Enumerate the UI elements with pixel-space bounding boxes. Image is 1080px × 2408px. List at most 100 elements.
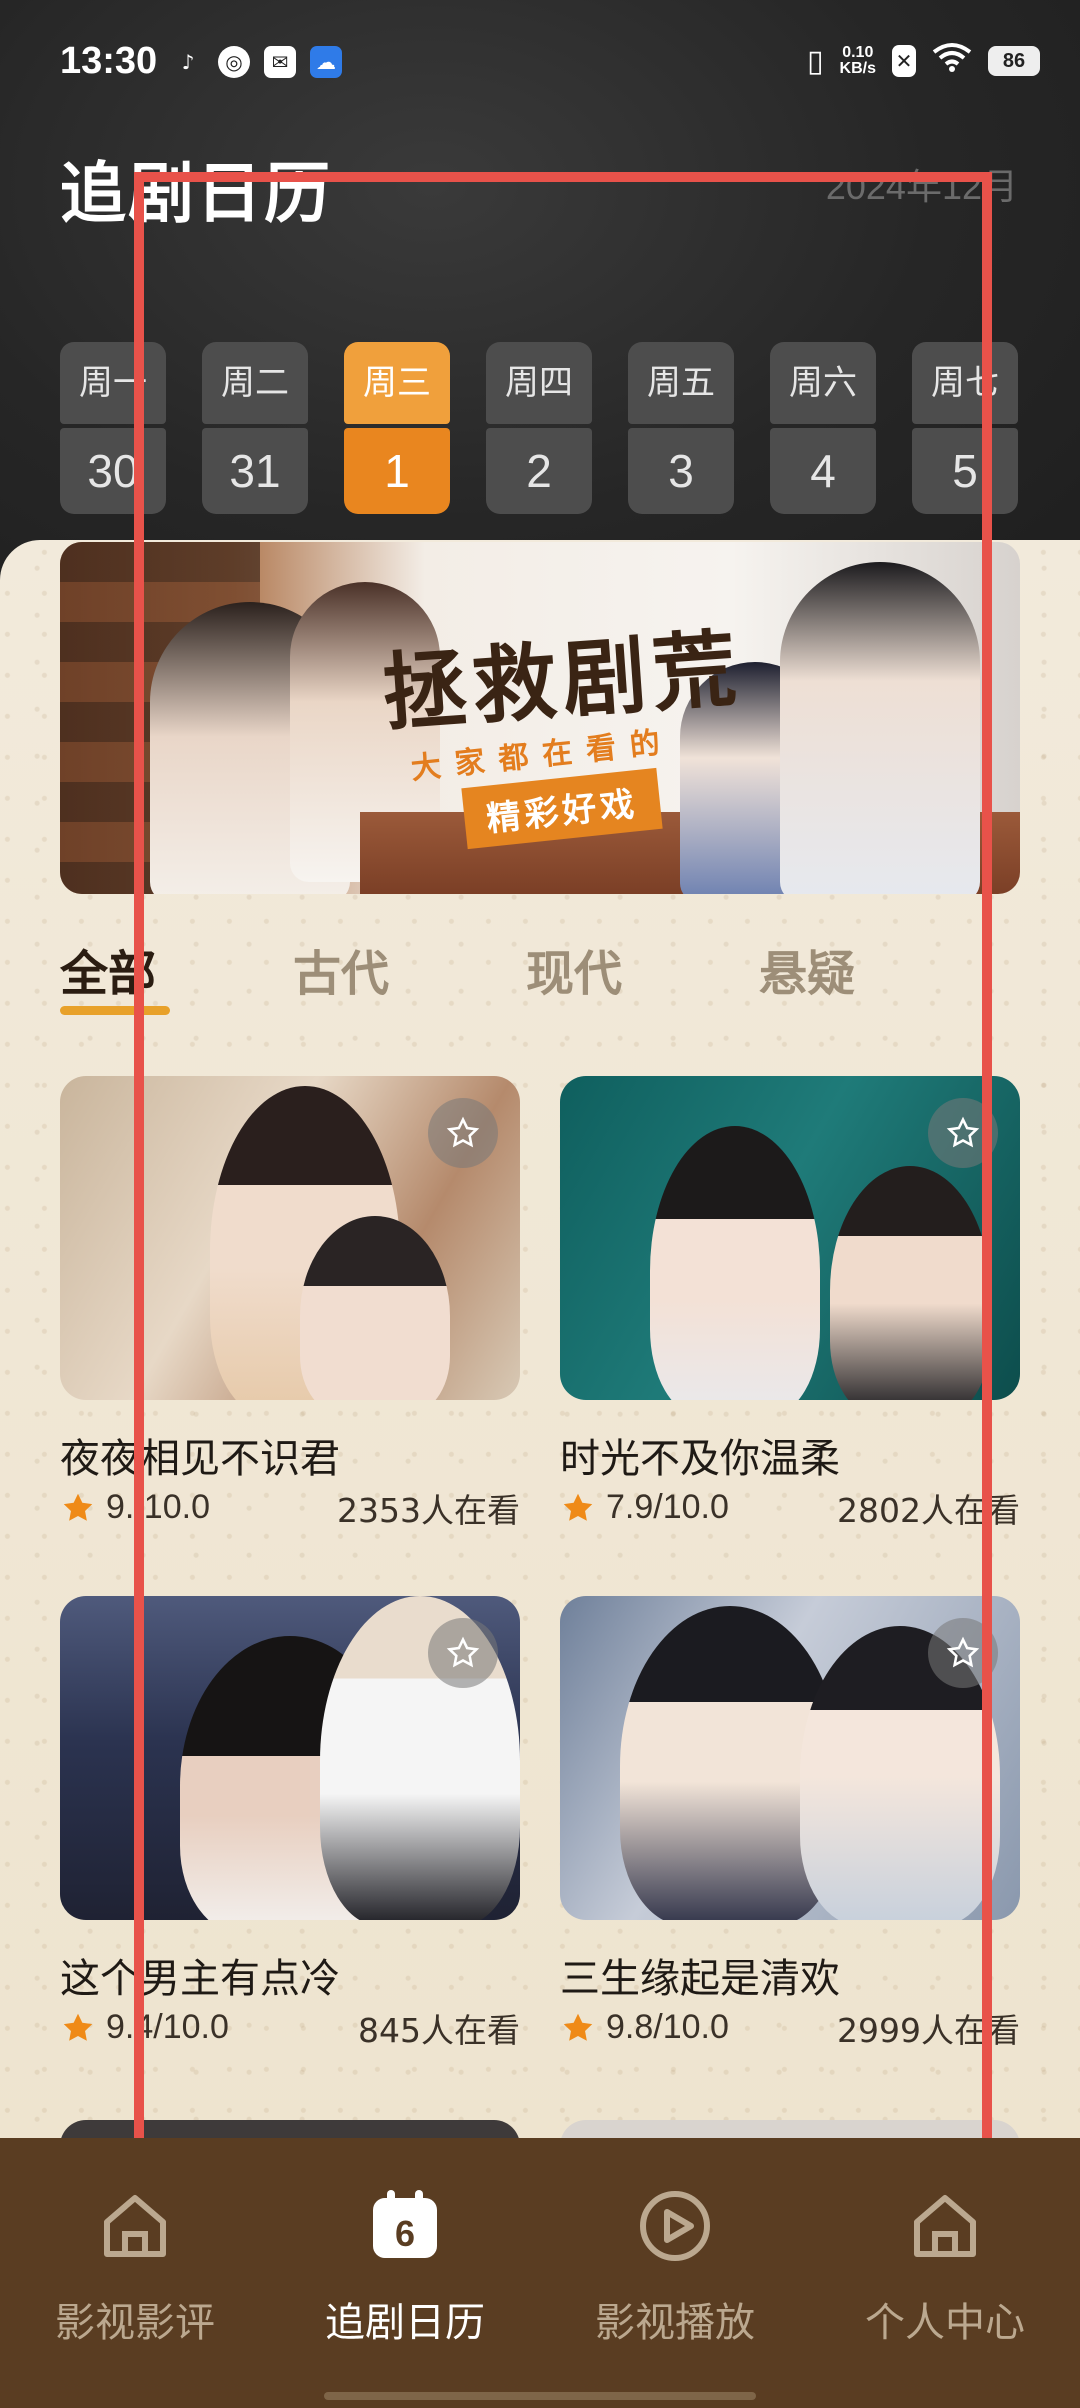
watching-count: 2802人在看 — [837, 1491, 1020, 1530]
banner-figure — [780, 562, 980, 894]
week-selector: 周一 30 周二 31 周三 1 周四 2 周五 3 周六 4 周七 5 — [60, 342, 1018, 514]
battery-indicator: 86 — [988, 46, 1040, 76]
home-indicator[interactable] — [324, 2392, 756, 2400]
rating-value: 9./10.0 — [106, 1488, 210, 1526]
tab-ancient[interactable]: 古代 — [293, 934, 526, 1004]
watching-count: 845人在看 — [358, 2011, 520, 2050]
day-weekday: 周七 — [912, 342, 1018, 424]
favorite-star-button[interactable] — [928, 1098, 998, 1168]
favorite-star-button[interactable] — [428, 1618, 498, 1688]
vibrate-icon: ▯ — [807, 43, 824, 79]
drama-title: 夜夜相见不识君 — [60, 1436, 340, 1482]
tab-label: 悬疑 — [759, 946, 856, 1002]
tab-mystery[interactable]: 悬疑 — [759, 934, 992, 1004]
rating-value: 7.9/10.0 — [606, 1488, 729, 1526]
calendar-badge: 6 — [395, 2213, 415, 2254]
star-outline-icon — [946, 1636, 980, 1668]
day-weekday: 周五 — [628, 342, 734, 424]
day-weekday: 周三 — [344, 342, 450, 424]
drama-rating: 7.9/10.0 — [560, 1488, 729, 1527]
sim-off-icon: ✕ — [892, 45, 916, 77]
wifi-icon — [932, 42, 972, 80]
poster-figure — [830, 1166, 990, 1400]
home-icon — [914, 2195, 976, 2257]
calendar-icon: 6 — [373, 2190, 437, 2258]
star-outline-icon — [946, 1116, 980, 1148]
nav-label: 个人中心 — [865, 2300, 1025, 2346]
net-speed-unit: KB/s — [839, 60, 876, 77]
status-bar: 13:30 ♪ ◎ ✉ ☁ ▯ 0.10 KB/s ✕ 86 — [0, 0, 1080, 130]
day-thu[interactable]: 周四 2 — [486, 342, 592, 514]
drama-poster — [560, 1596, 1020, 1920]
drama-title: 时光不及你温柔 — [560, 1436, 840, 1482]
tab-all[interactable]: 全部 — [60, 934, 293, 1015]
day-date: 5 — [912, 428, 1018, 514]
favorite-star-button[interactable] — [928, 1618, 998, 1688]
drama-rating: 9.8/10.0 — [560, 2008, 729, 2047]
drama-rating: 9.4/10.0 — [60, 2008, 229, 2047]
poster-figure — [300, 1216, 450, 1400]
day-date: 4 — [770, 428, 876, 514]
watching-count: 2353人在看 — [337, 1491, 520, 1530]
day-date: 1 — [344, 428, 450, 514]
star-icon — [63, 2013, 93, 2041]
day-weekday: 周六 — [770, 342, 876, 424]
nav-label: 影视影评 — [55, 2300, 215, 2346]
drama-poster — [60, 1596, 520, 1920]
system-indicators: ▯ 0.10 KB/s ✕ 86 — [807, 42, 1040, 80]
day-date: 31 — [202, 428, 308, 514]
play-circle-icon — [640, 2191, 710, 2261]
tab-label: 古代 — [293, 946, 390, 1002]
nav-calendar[interactable]: 6 追剧日历 — [270, 2188, 540, 2348]
nav-reviews[interactable]: 影视影评 — [0, 2188, 270, 2348]
star-icon — [563, 2013, 593, 2041]
active-tab-indicator — [60, 1006, 170, 1015]
page-title: 追剧日历 — [60, 155, 332, 232]
bottom-navigation: 影视影评 6 追剧日历 影视播放 个人中心 — [0, 2138, 1080, 2408]
notification-icons: ♪ ◎ ✉ ☁ — [172, 46, 342, 78]
category-tabs: 全部 古代 现代 悬疑 — [60, 934, 992, 1015]
star-outline-icon — [446, 1636, 480, 1668]
banner-title: 拯救剧荒 — [379, 619, 746, 743]
favorite-star-button[interactable] — [428, 1098, 498, 1168]
nav-label: 追剧日历 — [325, 2300, 485, 2346]
star-outline-icon — [446, 1116, 480, 1148]
drama-title: 三生缘起是清欢 — [560, 1956, 840, 2002]
net-speed-value: 0.10 — [842, 44, 874, 61]
poster-figure — [650, 1126, 820, 1400]
day-wed-selected[interactable]: 周三 1 — [344, 342, 450, 514]
day-weekday: 周一 — [60, 342, 166, 424]
day-mon[interactable]: 周一 30 — [60, 342, 166, 514]
day-date: 30 — [60, 428, 166, 514]
home-icon — [104, 2195, 166, 2257]
day-date: 2 — [486, 428, 592, 514]
tiktok-icon: ♪ — [181, 50, 195, 74]
day-date: 3 — [628, 428, 734, 514]
star-icon — [563, 1493, 593, 1521]
month-label: 2024年12月 — [825, 166, 1018, 207]
status-time: 13:30 — [60, 40, 158, 82]
message-icon: ✉ — [264, 46, 296, 78]
drama-poster — [60, 1076, 520, 1400]
app-icon: ◎ — [218, 46, 250, 78]
nav-profile[interactable]: 个人中心 — [810, 2188, 1080, 2348]
app-store-icon: ☁ — [310, 46, 342, 78]
drama-poster — [560, 1076, 1020, 1400]
day-sun[interactable]: 周七 5 — [912, 342, 1018, 514]
rating-value: 9.4/10.0 — [106, 2008, 229, 2046]
nav-player[interactable]: 影视播放 — [540, 2188, 810, 2348]
nav-label: 影视播放 — [595, 2300, 755, 2346]
promo-banner[interactable]: 拯救剧荒 大家都在看的 精彩好戏 — [60, 542, 1020, 894]
net-speed: 0.10 KB/s — [840, 45, 876, 77]
rating-value: 9.8/10.0 — [606, 2008, 729, 2046]
tab-modern[interactable]: 现代 — [526, 934, 759, 1004]
tab-label: 全部 — [60, 946, 157, 1002]
day-fri[interactable]: 周五 3 — [628, 342, 734, 514]
drama-rating: 9./10.0 — [60, 1488, 210, 1527]
day-tue[interactable]: 周二 31 — [202, 342, 308, 514]
star-icon — [63, 1493, 93, 1521]
day-weekday: 周二 — [202, 342, 308, 424]
drama-title: 这个男主有点冷 — [60, 1956, 340, 2002]
tab-label: 现代 — [526, 946, 623, 1002]
day-sat[interactable]: 周六 4 — [770, 342, 876, 514]
